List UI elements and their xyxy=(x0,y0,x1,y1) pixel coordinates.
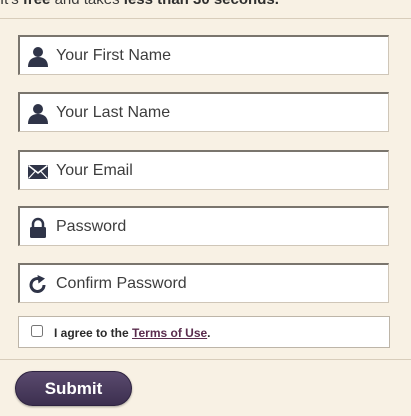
password-field[interactable] xyxy=(18,206,389,246)
confirm-password-field[interactable] xyxy=(18,263,389,303)
terms-agreement: I agree to the Terms of Use. xyxy=(18,316,390,348)
intro-prefix: It's xyxy=(0,0,23,8)
intro-free: free xyxy=(23,0,51,8)
refresh-icon xyxy=(27,274,49,296)
agree-prefix: I agree to the xyxy=(54,326,133,340)
user-icon xyxy=(27,103,49,125)
email-field[interactable] xyxy=(18,150,389,190)
divider xyxy=(0,359,411,360)
intro-middle: and takes xyxy=(50,0,123,8)
last-name-field[interactable] xyxy=(18,92,389,132)
last-name-input[interactable] xyxy=(56,94,386,131)
password-input[interactable] xyxy=(56,208,386,245)
terms-of-use-link[interactable]: Terms of Use xyxy=(132,326,207,340)
first-name-input[interactable] xyxy=(56,37,386,74)
intro-text: It's free and takes less than 30 seconds… xyxy=(0,0,411,11)
confirm-password-input[interactable] xyxy=(56,265,386,302)
submit-button[interactable]: Submit xyxy=(15,371,132,406)
intro-duration: less than 30 seconds. xyxy=(124,0,279,8)
email-input[interactable] xyxy=(56,152,386,189)
first-name-field[interactable] xyxy=(18,35,389,75)
envelope-icon xyxy=(27,161,49,183)
agree-label: I agree to the Terms of Use. xyxy=(54,326,211,340)
divider xyxy=(0,18,411,19)
agree-checkbox[interactable] xyxy=(31,325,43,337)
user-icon xyxy=(27,46,49,68)
agree-suffix: . xyxy=(207,326,211,340)
lock-icon xyxy=(27,217,49,239)
